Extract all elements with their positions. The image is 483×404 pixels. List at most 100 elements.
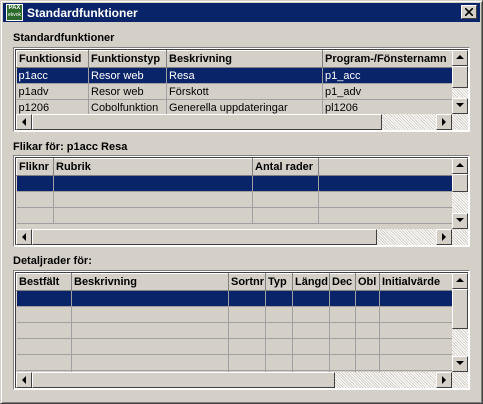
cell[interactable]: Resor web	[88, 67, 167, 84]
scroll-right-button[interactable]	[436, 114, 452, 130]
cell[interactable]	[71, 322, 229, 339]
scroll-up-button[interactable]	[452, 158, 468, 174]
standard-grid[interactable]: Funktionsid Funktionstyp Beskrivning Pro…	[13, 47, 470, 132]
cell[interactable]: Förskott	[166, 83, 323, 100]
cell[interactable]	[265, 354, 293, 371]
scroll-thumb[interactable]	[452, 289, 468, 329]
horizontal-scrollbar[interactable]	[16, 372, 468, 388]
column-header[interactable]: Längd	[292, 273, 330, 291]
close-button[interactable]	[461, 5, 477, 19]
flikar-grid[interactable]: Fliknr Rubrik Antal rader	[13, 155, 470, 247]
column-header[interactable]: Beskrivning	[71, 273, 229, 291]
scroll-right-button[interactable]	[436, 372, 452, 388]
table-row[interactable]	[16, 191, 454, 208]
column-header[interactable]: Funktionsid	[16, 50, 89, 68]
cell[interactable]	[53, 191, 253, 208]
cell[interactable]	[329, 338, 356, 355]
cell[interactable]	[355, 322, 380, 339]
table-row[interactable]	[16, 290, 454, 307]
scroll-left-button[interactable]	[16, 372, 32, 388]
cell[interactable]	[16, 354, 72, 371]
cell[interactable]	[71, 338, 229, 355]
cell[interactable]	[265, 306, 293, 323]
cell[interactable]	[355, 306, 380, 323]
column-header[interactable]	[318, 158, 454, 176]
cell[interactable]	[71, 306, 229, 323]
cell[interactable]	[53, 207, 253, 224]
cell[interactable]: p1_adv	[322, 83, 454, 100]
cell[interactable]	[318, 191, 454, 208]
column-header[interactable]: Program-/Fönsternamn	[322, 50, 454, 68]
column-header[interactable]: Dec	[329, 273, 356, 291]
cell[interactable]	[318, 207, 454, 224]
cell[interactable]	[379, 354, 454, 371]
scroll-left-button[interactable]	[16, 229, 32, 245]
cell[interactable]	[292, 322, 330, 339]
cell[interactable]	[252, 175, 319, 192]
scroll-down-button[interactable]	[452, 98, 468, 114]
scroll-thumb[interactable]	[452, 66, 468, 88]
table-row[interactable]	[16, 322, 454, 339]
cell[interactable]	[16, 191, 54, 208]
cell[interactable]	[228, 354, 266, 371]
cell[interactable]	[265, 322, 293, 339]
column-header[interactable]: Typ	[265, 273, 293, 291]
scroll-right-button[interactable]	[436, 229, 452, 245]
cell[interactable]	[292, 290, 330, 307]
cell[interactable]	[379, 306, 454, 323]
cell[interactable]	[355, 354, 380, 371]
scroll-left-button[interactable]	[16, 114, 32, 130]
column-header[interactable]: Rubrik	[53, 158, 253, 176]
cell[interactable]	[379, 338, 454, 355]
vertical-scrollbar[interactable]	[452, 50, 468, 114]
cell[interactable]	[228, 290, 266, 307]
cell[interactable]	[329, 354, 356, 371]
cell[interactable]	[16, 322, 72, 339]
cell[interactable]	[265, 338, 293, 355]
table-row[interactable]	[16, 306, 454, 323]
table-row[interactable]: p1adv Resor web Förskott p1_adv	[16, 83, 454, 100]
cell[interactable]: Resa	[166, 67, 323, 84]
column-header[interactable]: Obl	[355, 273, 380, 291]
cell[interactable]	[71, 354, 229, 371]
cell[interactable]	[228, 306, 266, 323]
scroll-thumb[interactable]	[452, 174, 468, 192]
cell[interactable]	[228, 322, 266, 339]
cell[interactable]	[379, 322, 454, 339]
horizontal-scrollbar[interactable]	[16, 114, 468, 130]
horizontal-scrollbar[interactable]	[16, 229, 468, 245]
cell[interactable]	[292, 338, 330, 355]
cell[interactable]: Resor web	[88, 83, 167, 100]
column-header[interactable]: Beskrivning	[166, 50, 323, 68]
scroll-down-button[interactable]	[452, 213, 468, 229]
table-row[interactable]	[16, 354, 454, 371]
column-header[interactable]: Funktionstyp	[88, 50, 167, 68]
column-header[interactable]: Antal rader	[252, 158, 319, 176]
table-row[interactable]: p1acc Resor web Resa p1_acc	[16, 67, 454, 84]
scroll-up-button[interactable]	[452, 273, 468, 289]
column-header[interactable]: Bestfält	[16, 273, 72, 291]
cell[interactable]	[53, 175, 253, 192]
cell[interactable]	[265, 290, 293, 307]
cell[interactable]	[329, 322, 356, 339]
vertical-scrollbar[interactable]	[452, 273, 468, 372]
cell[interactable]: p1adv	[16, 83, 89, 100]
column-header[interactable]: Sortnr	[228, 273, 266, 291]
column-header[interactable]: Fliknr	[16, 158, 54, 176]
scroll-thumb[interactable]	[32, 229, 377, 245]
cell[interactable]	[318, 175, 454, 192]
detalj-grid[interactable]: Bestfält Beskrivning Sortnr Typ Längd De…	[13, 270, 470, 390]
cell[interactable]	[16, 290, 72, 307]
cell[interactable]	[252, 191, 319, 208]
title-bar[interactable]: PAX ekvok Standardfunktioner	[3, 3, 480, 22]
table-row[interactable]	[16, 338, 454, 355]
cell[interactable]	[16, 207, 54, 224]
cell[interactable]: p1acc	[16, 67, 89, 84]
cell[interactable]	[228, 338, 266, 355]
scroll-down-button[interactable]	[452, 356, 468, 372]
cell[interactable]	[292, 354, 330, 371]
table-row[interactable]	[16, 207, 454, 224]
cell[interactable]: p1_acc	[322, 67, 454, 84]
cell[interactable]	[355, 290, 380, 307]
cell[interactable]	[16, 306, 72, 323]
